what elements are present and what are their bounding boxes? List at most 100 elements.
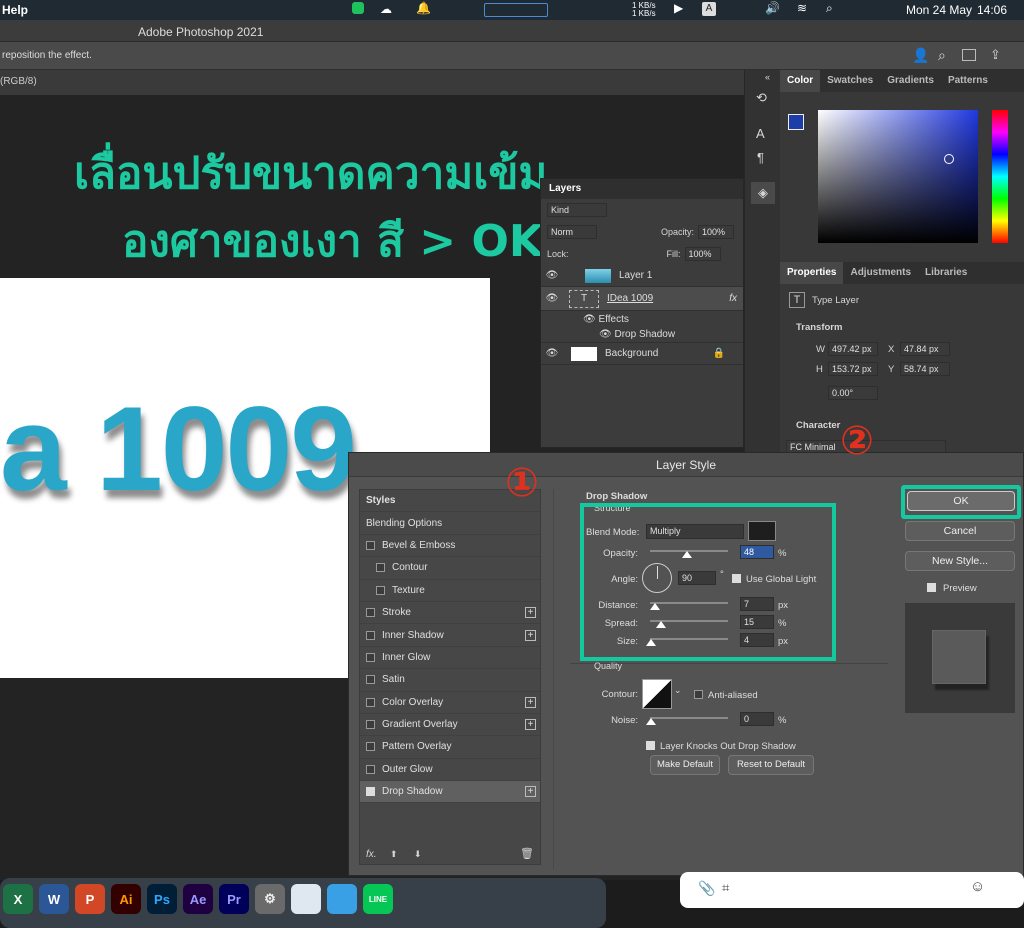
style-checkbox[interactable] bbox=[366, 540, 375, 550]
blending-options-item[interactable]: Blending Options bbox=[360, 512, 540, 535]
layer-row[interactable]: 👁 Background 🔒 bbox=[541, 343, 743, 365]
tab-libraries[interactable]: Libraries bbox=[918, 262, 974, 284]
style-checkbox[interactable] bbox=[366, 764, 375, 774]
cloud-icon[interactable]: ☁ bbox=[380, 2, 392, 16]
chat-input-bar[interactable]: 📎 ⌗ ☺ bbox=[680, 872, 1024, 908]
spotlight-search-icon[interactable]: ⌕ bbox=[826, 1, 833, 16]
layer-filter-kind[interactable]: Kind bbox=[547, 203, 607, 217]
knocks-out-checkbox[interactable] bbox=[646, 741, 655, 750]
style-checkbox[interactable] bbox=[376, 585, 385, 595]
dock-app-icon[interactable]: Ae bbox=[183, 884, 213, 914]
layer-row-selected[interactable]: 👁 T IDea 1009 fx bbox=[541, 287, 743, 311]
add-style-icon[interactable]: + bbox=[525, 786, 536, 798]
preview-checkbox[interactable] bbox=[927, 583, 936, 592]
style-item[interactable]: Inner Glow bbox=[360, 647, 540, 670]
foreground-swatch[interactable] bbox=[788, 114, 804, 130]
move-up-icon[interactable]: ⬆ bbox=[390, 849, 398, 860]
style-item[interactable]: Gradient Overlay + bbox=[360, 714, 540, 737]
x-field[interactable]: 47.84 px bbox=[900, 342, 950, 356]
height-field[interactable]: 153.72 px bbox=[828, 362, 878, 376]
menu-help[interactable]: Help bbox=[2, 3, 28, 17]
dock-app-icon[interactable]: Ps bbox=[147, 884, 177, 914]
effect-row[interactable]: 👁 Drop Shadow bbox=[541, 327, 743, 343]
style-checkbox[interactable] bbox=[366, 675, 375, 685]
tab-swatches[interactable]: Swatches bbox=[820, 70, 880, 92]
reset-default-button[interactable]: Reset to Default bbox=[728, 755, 814, 775]
input-source-icon[interactable]: A bbox=[702, 2, 716, 16]
user-icon[interactable]: 👤 bbox=[912, 47, 929, 64]
collapse-icon[interactable]: « bbox=[765, 72, 770, 82]
contour-picker[interactable] bbox=[642, 679, 672, 709]
style-item[interactable]: Pattern Overlay bbox=[360, 736, 540, 759]
hue-slider[interactable] bbox=[992, 110, 1008, 243]
transform-heading[interactable]: Transform bbox=[796, 322, 842, 333]
style-item[interactable]: Contour bbox=[360, 557, 540, 580]
add-style-icon[interactable]: + bbox=[525, 719, 536, 731]
dock-app-icon[interactable]: ⚙ bbox=[255, 884, 285, 914]
move-down-icon[interactable]: ⬇ bbox=[414, 849, 422, 860]
layers-tab[interactable]: Layers bbox=[541, 179, 743, 199]
style-checkbox[interactable] bbox=[366, 720, 375, 730]
share-icon[interactable]: ⇪ bbox=[990, 47, 1001, 63]
tab-adjustments[interactable]: Adjustments bbox=[843, 262, 918, 284]
eye-icon[interactable]: 👁 bbox=[541, 348, 563, 359]
color-field[interactable] bbox=[818, 110, 978, 243]
color-picker-marker[interactable] bbox=[944, 154, 954, 164]
make-default-button[interactable]: Make Default bbox=[650, 755, 720, 775]
new-style-button[interactable]: New Style... bbox=[905, 551, 1015, 571]
style-item[interactable]: Color Overlay + bbox=[360, 692, 540, 714]
fx-icon[interactable]: fx bbox=[729, 293, 737, 304]
add-style-icon[interactable]: + bbox=[525, 696, 536, 708]
dock-app-icon[interactable] bbox=[291, 884, 321, 914]
character-icon[interactable]: A bbox=[756, 126, 765, 141]
style-checkbox[interactable] bbox=[376, 563, 385, 573]
style-item[interactable]: Drop Shadow + bbox=[360, 781, 540, 804]
layers-icon[interactable]: ◈ bbox=[751, 182, 775, 204]
menubar-date[interactable]: Mon 24 May bbox=[906, 3, 972, 17]
eye-icon[interactable]: 👁 bbox=[541, 293, 563, 304]
document-tab[interactable]: (RGB/8) bbox=[0, 70, 744, 95]
dock-app-icon[interactable]: P bbox=[75, 884, 105, 914]
add-style-icon[interactable]: + bbox=[525, 629, 536, 641]
style-checkbox[interactable] bbox=[366, 630, 375, 640]
line-status-icon[interactable] bbox=[352, 2, 364, 14]
tab-color[interactable]: Color bbox=[780, 70, 821, 92]
width-field[interactable]: 497.42 px bbox=[828, 342, 878, 356]
style-item[interactable]: Bevel & Emboss bbox=[360, 535, 540, 558]
search-icon[interactable]: ⌕ bbox=[938, 47, 946, 64]
noise-slider-thumb[interactable] bbox=[646, 718, 656, 725]
fx-icon[interactable]: fx. bbox=[366, 849, 377, 860]
character-heading[interactable]: Character bbox=[796, 420, 840, 431]
trash-icon[interactable]: 🗑 bbox=[520, 847, 534, 860]
dock-app-icon[interactable]: X bbox=[3, 884, 33, 914]
add-style-icon[interactable]: + bbox=[525, 607, 536, 619]
chevron-down-icon[interactable]: ⌄ bbox=[674, 685, 682, 696]
workspace-icon[interactable] bbox=[962, 49, 976, 61]
eye-icon[interactable]: 👁 bbox=[583, 314, 596, 325]
paragraph-icon[interactable]: ¶ bbox=[757, 150, 764, 165]
crop-icon[interactable]: ⌗ bbox=[722, 880, 729, 896]
cancel-button[interactable]: Cancel bbox=[905, 521, 1015, 541]
menubar-time[interactable]: 14:06 bbox=[977, 3, 1007, 17]
wifi-icon[interactable]: ≋ bbox=[797, 1, 807, 15]
style-item[interactable]: Outer Glow bbox=[360, 759, 540, 782]
tab-patterns[interactable]: Patterns bbox=[941, 70, 995, 92]
style-item[interactable]: Inner Shadow + bbox=[360, 624, 540, 647]
dock-app-icon[interactable]: Pr bbox=[219, 884, 249, 914]
dock-app-icon[interactable]: Ai bbox=[111, 884, 141, 914]
eye-icon[interactable]: 👁 bbox=[599, 329, 612, 340]
y-field[interactable]: 58.74 px bbox=[900, 362, 950, 376]
noise-slider[interactable] bbox=[650, 717, 728, 719]
angle-field[interactable]: 0.00° bbox=[828, 386, 878, 400]
style-item[interactable]: Stroke + bbox=[360, 602, 540, 625]
dock-app-icon[interactable]: W bbox=[39, 884, 69, 914]
effects-row[interactable]: 👁 Effects bbox=[541, 311, 743, 327]
style-checkbox[interactable] bbox=[366, 787, 375, 797]
style-checkbox[interactable] bbox=[366, 608, 375, 618]
emoji-icon[interactable]: ☺ bbox=[970, 878, 985, 895]
history-icon[interactable]: ⟲ bbox=[756, 90, 767, 106]
layer-opacity-field[interactable]: 100% bbox=[698, 225, 735, 239]
tab-properties[interactable]: Properties bbox=[780, 262, 844, 284]
play-icon[interactable]: ▶ bbox=[674, 1, 683, 15]
attach-icon[interactable]: 📎 bbox=[698, 880, 715, 897]
